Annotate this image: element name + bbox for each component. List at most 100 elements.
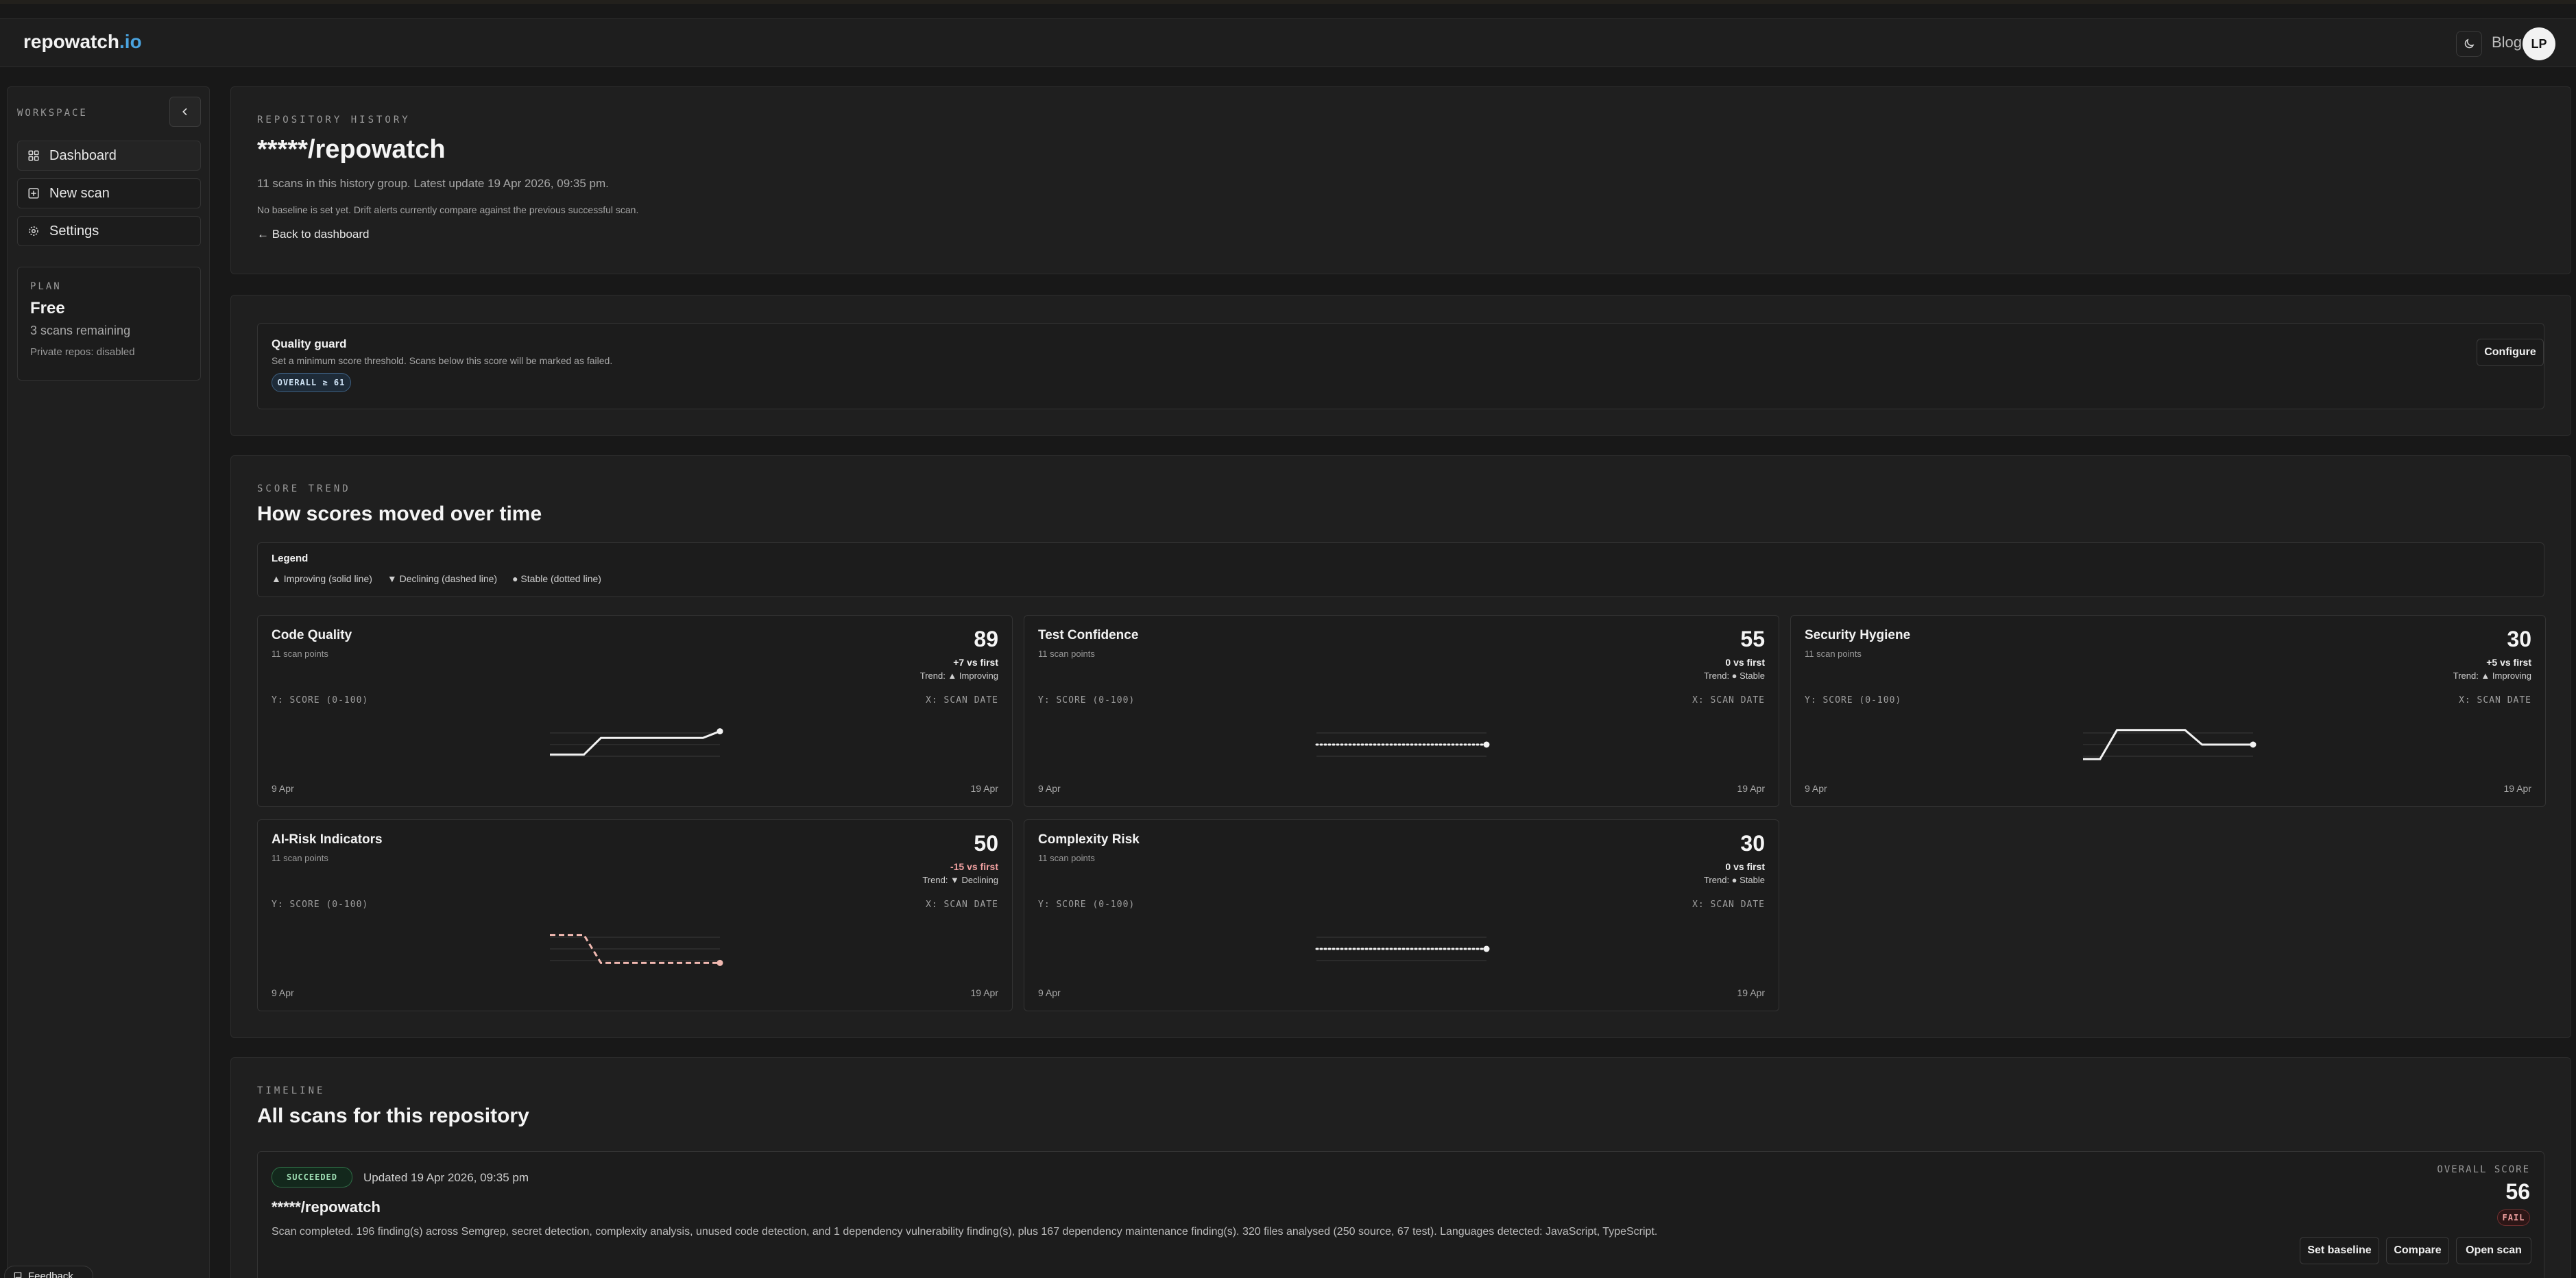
y-axis-label: Y: SCORE (0-100) [272,900,369,910]
gear-icon [29,226,38,236]
page-title: *****/repowatch [257,135,446,164]
metric-delta: +7 vs first [953,657,998,668]
legend-card: Legend ▲ Improving (solid line) ▼ Declin… [257,542,2544,597]
quality-guard-panel: Quality guard Set a minimum score thresh… [230,295,2571,436]
metric-score: 50 [974,831,998,856]
metric-card: AI-Risk Indicators 11 scan points 50 -15… [257,819,1013,1011]
user-avatar[interactable]: LP [2523,27,2555,60]
plan-label: PLAN [30,281,62,292]
sparkline-chart [550,934,723,966]
last-point-marker [717,959,723,966]
y-axis-label: Y: SCORE (0-100) [1038,900,1135,910]
metric-card: Security Hygiene 11 scan points 30 +5 vs… [1790,615,2546,807]
app-logo[interactable]: repowatch.io [23,31,142,53]
x-axis-label: X: SCAN DATE [1692,695,1765,706]
sparkline-chart [2083,729,2256,760]
plan-private-repos: Private repos: disabled [30,346,135,358]
overall-score-label: OVERALL SCORE [2437,1164,2530,1175]
overall-score: 56 [2505,1179,2530,1204]
sidebar-item-new-scan[interactable]: New scan [17,178,201,208]
x-axis-label: X: SCAN DATE [2459,695,2531,706]
x-axis-label: X: SCAN DATE [1692,900,1765,910]
sidebar-item-settings[interactable]: Settings [17,216,201,246]
scan-repo-name: *****/repowatch [272,1198,381,1216]
legend-improving: ▲ Improving (solid line) [272,573,372,584]
metric-trend: Trend: ▼ Declining [922,875,998,885]
sparkline-chart [550,728,723,757]
legend-stable: ● Stable (dotted line) [512,573,601,584]
x-tick-end: 19 Apr [1737,783,1765,794]
logo-main-text: repowatch [23,31,120,52]
theme-toggle-button[interactable] [2456,31,2482,57]
x-tick-start: 9 Apr [1038,783,1061,794]
metric-delta: 0 vs first [1725,861,1765,872]
top-accent-stripe [0,0,2576,4]
x-tick-end: 19 Apr [1737,987,1765,998]
set-baseline-button[interactable]: Set baseline [2300,1237,2379,1264]
moon-icon [2464,38,2475,49]
metric-points: 11 scan points [272,853,328,863]
y-axis-label: Y: SCORE (0-100) [1805,695,1902,706]
plan-name: Free [30,299,65,317]
y-axis-label: Y: SCORE (0-100) [1038,695,1135,706]
timeline-title: All scans for this repository [257,1105,529,1127]
top-bar: repowatch.io Blog LP [0,18,2576,67]
metric-delta: 0 vs first [1725,657,1765,668]
sidebar-item-label: New scan [49,185,110,201]
legend-declining: ▼ Declining (dashed line) [387,573,498,584]
plus-square-icon [28,188,39,199]
last-point-marker [2250,741,2256,748]
x-axis-label: X: SCAN DATE [926,695,998,706]
quality-guard-title: Quality guard [272,337,347,350]
metric-trend: Trend: ● Stable [1703,875,1765,885]
back-to-dashboard-link[interactable]: ← Back to dashboard [257,228,638,241]
repository-header-panel: REPOSITORY HISTORY *****/repowatch 11 sc… [230,86,2571,274]
workspace-label: WORKSPACE [17,108,88,119]
sidebar-item-label: Settings [49,223,99,239]
x-tick-start: 9 Apr [1805,783,1827,794]
blog-link[interactable]: Blog [2492,34,2522,51]
score-trend-panel: SCORE TREND How scores moved over time L… [230,455,2571,1038]
x-tick-start: 9 Apr [1038,987,1061,998]
series-line [550,730,721,756]
metric-points: 11 scan points [1805,649,1862,659]
quality-guard-card: Quality guard Set a minimum score thresh… [257,323,2544,409]
metric-points: 11 scan points [1038,649,1095,659]
score-trend-eyebrow: SCORE TREND [257,483,351,494]
last-point-marker [717,728,723,735]
x-axis-label: X: SCAN DATE [926,900,998,910]
configure-button[interactable]: Configure [2477,339,2544,366]
logo-tld-text: .io [119,31,142,52]
last-point-marker [1483,945,1490,952]
metric-card: Test Confidence 11 scan points 55 0 vs f… [1024,615,1779,807]
grid-icon [28,150,39,161]
metric-delta: +5 vs first [2486,657,2531,668]
compare-button[interactable]: Compare [2386,1237,2449,1264]
open-scan-button[interactable]: Open scan [2456,1237,2531,1264]
metric-title: Test Confidence [1038,628,1139,642]
sidebar: WORKSPACE Dashboard New scan Settings PL… [7,86,210,1278]
timeline-panel: TIMELINE All scans for this repository S… [230,1057,2571,1278]
metric-title: Code Quality [272,628,352,642]
metric-score: 30 [1740,831,1765,856]
metric-trend: Trend: ▲ Improving [919,671,998,681]
history-summary: 11 scans in this history group. Latest u… [257,177,609,190]
quality-guard-description: Set a minimum score threshold. Scans bel… [272,355,613,366]
threshold-badge: OVERALL ≥ 61 [272,373,351,392]
y-axis-label: Y: SCORE (0-100) [272,695,369,706]
scan-updated: Updated 19 Apr 2026, 09:35 pm [363,1171,529,1184]
sidebar-item-dashboard[interactable]: Dashboard [17,141,201,171]
metric-trend: Trend: ● Stable [1703,671,1765,681]
x-tick-start: 9 Apr [272,783,294,794]
sparkline-chart [1315,937,1490,961]
metric-card: Code Quality 11 scan points 89 +7 vs fir… [257,615,1013,807]
metric-score: 89 [974,627,998,651]
header-eyebrow: REPOSITORY HISTORY [257,114,411,125]
legend-title: Legend [272,553,309,564]
metric-delta: -15 vs first [950,861,998,872]
x-tick-end: 19 Apr [970,783,998,794]
collapse-sidebar-button[interactable] [169,97,201,127]
x-tick-start: 9 Apr [272,987,294,998]
scan-card[interactable]: SUCCEEDED Updated 19 Apr 2026, 09:35 pm … [257,1151,2544,1278]
feedback-button[interactable]: Feedback [4,1266,93,1278]
